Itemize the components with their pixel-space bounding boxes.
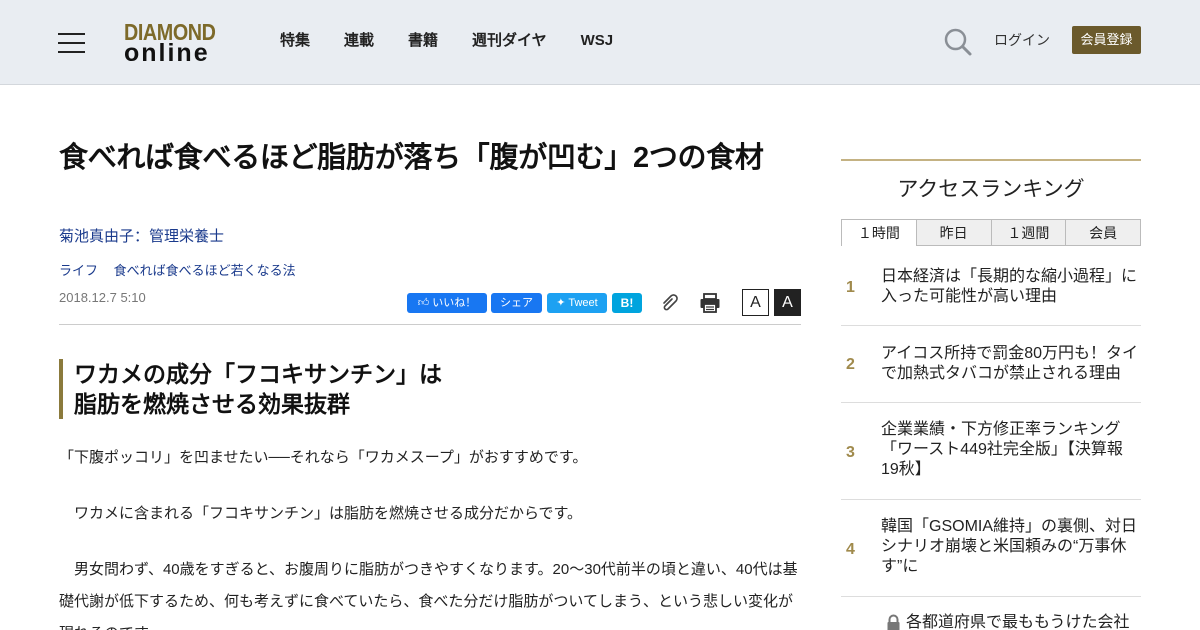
nav-item-wsj[interactable]: WSJ (581, 31, 614, 51)
rank-headline: 韓国「GSOMIA維持」の裏側、対日シナリオ崩壊と米国頼みの“万事休す”に (881, 518, 1138, 575)
print-icon[interactable] (699, 292, 721, 314)
rank-headline: アイコス所持で罰金80万円も！タイで加熱式タバコが禁止される理由 (881, 345, 1138, 382)
ranking-title: アクセスランキング (897, 178, 1085, 201)
register-button[interactable]: 会員登録 (1072, 26, 1141, 54)
menu-icon[interactable] (58, 31, 85, 53)
hatena-bookmark-button[interactable]: B! (612, 293, 642, 313)
font-size-small-button[interactable]: A (742, 289, 769, 316)
nav-item-feature[interactable]: 特集 (280, 31, 310, 51)
lock-icon (887, 614, 900, 630)
ranking-item-4[interactable]: 4 韓国「GSOMIA維持」の裏側、対日シナリオ崩壊と米国頼みの“万事休す”に (841, 500, 1141, 597)
article-paragraph-3: 男女問わず、40歳をすぎると、お腹周りに脂肪がつきやすくなります。20～30代前… (59, 561, 798, 630)
publish-date: 2018.12.7 5:10 (59, 290, 146, 305)
subhead-line1: ワカメの成分「フコキサンチン」は (74, 361, 442, 387)
rank-number: 4 (846, 541, 855, 558)
rank-number: 1 (846, 279, 855, 296)
tab-yesterday[interactable]: 昨日 (916, 219, 992, 246)
category-life[interactable]: ライフ (59, 263, 98, 278)
article-title: 食べれば食べるほど脂肪が落ち「腹が凹む」2つの食材 (59, 142, 764, 174)
thumbs-up-icon: 👍︎ (417, 297, 433, 309)
nav-item-weekly[interactable]: 週刊ダイヤ (472, 31, 547, 51)
facebook-share-button[interactable]: シェア (491, 293, 542, 313)
tab-members[interactable]: 会員 (1066, 219, 1141, 246)
divider (59, 324, 801, 325)
font-size-large-button[interactable]: A (774, 289, 801, 316)
nav-item-series[interactable]: 連載 (344, 31, 374, 51)
category-series[interactable]: 食べれば食べるほど若くなる法 (114, 263, 296, 278)
ranking-item-1[interactable]: 1 日本経済は「長期的な縮小過程」に入った可能性が高い理由 (841, 246, 1141, 326)
article-subheading: ワカメの成分「フコキサンチン」は 脂肪を燃焼させる効果抜群 (59, 359, 799, 419)
main-nav: 特集 連載 書籍 週刊ダイヤ WSJ (280, 31, 647, 51)
tab-1hour[interactable]: １時間 (841, 219, 917, 246)
facebook-like-button[interactable]: 👍︎ いいね！ (407, 293, 487, 313)
login-link[interactable]: ログイン (994, 31, 1050, 49)
rank-headline: 企業業績・下方修正率ランキング「ワースト449社完全版」【決算報19秋】 (881, 421, 1123, 478)
twitter-bird-icon: ✦ (556, 297, 569, 309)
ranking-item-5[interactable]: 各都道府県で最ももうけた会社 (906, 613, 1130, 630)
site-logo[interactable]: DIAMOND online (124, 20, 228, 66)
tab-1week[interactable]: １週間 (991, 219, 1067, 246)
tweet-button[interactable]: ✦ Tweet (547, 293, 607, 313)
clip-icon[interactable] (659, 291, 681, 313)
article-paragraph-2: ワカメに含まれる「フコキサンチン」は脂肪を燃焼させる成分だからです。 (59, 505, 583, 522)
rank-number: 3 (846, 444, 855, 461)
rank-headline: 日本経済は「長期的な縮小過程」に入った可能性が高い理由 (881, 268, 1138, 305)
ranking-tabs: １時間 昨日 １週間 会員 (841, 219, 1141, 246)
sidebar-rule (841, 159, 1141, 161)
nav-item-books[interactable]: 書籍 (408, 31, 438, 51)
category-links: ライフ 食べれば食べるほど若くなる法 (59, 263, 308, 279)
site-header: DIAMOND online 特集 連載 書籍 週刊ダイヤ WSJ ログイン 会… (0, 0, 1200, 85)
ranking-item-2[interactable]: 2 アイコス所持で罰金80万円も！タイで加熱式タバコが禁止される理由 (841, 326, 1141, 403)
subhead-line2: 脂肪を燃焼させる効果抜群 (74, 391, 350, 417)
rank-number: 2 (846, 356, 855, 373)
logo-line2: online (124, 39, 210, 67)
author-link[interactable]: 菊池真由子：管理栄養士 (59, 228, 224, 246)
search-icon[interactable] (943, 27, 973, 57)
article-paragraph-1: 「下腹ポッコリ」を凹ませたい──それなら「ワカメスープ」がおすすめです。 (59, 449, 588, 466)
ranking-item-3[interactable]: 3 企業業績・下方修正率ランキング「ワースト449社完全版」【決算報19秋】 (841, 403, 1141, 500)
